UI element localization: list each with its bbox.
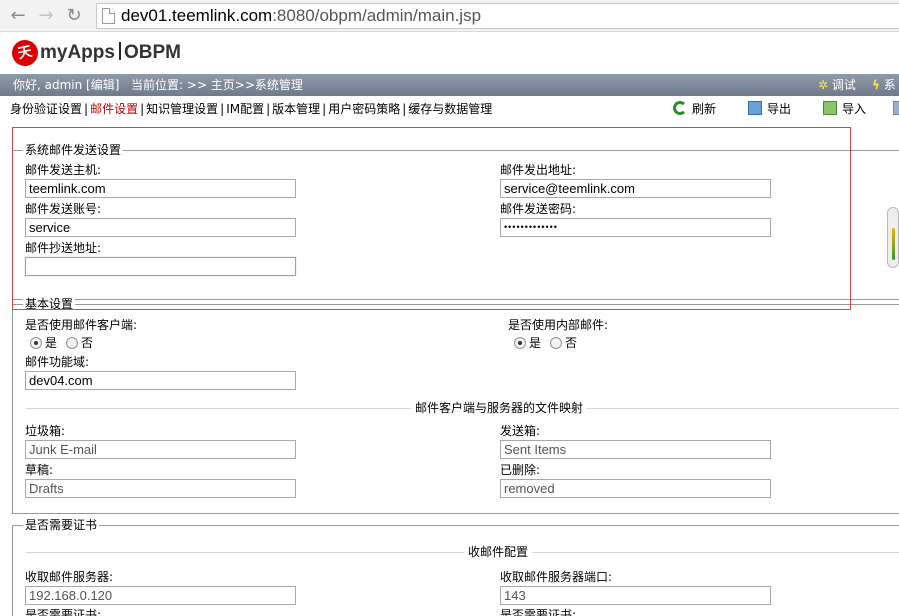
certificate-legend: 是否需要证书 bbox=[23, 518, 100, 532]
mail-settings-form: 系统邮件发送设置 邮件发送主机: teemlink.com 邮件发出地址: se… bbox=[0, 122, 899, 616]
browser-toolbar: ← → ↻ dev01.teemlink.com:8080/obpm/admin… bbox=[0, 0, 899, 32]
use-mail-client-no-radio[interactable]: 否 bbox=[66, 336, 93, 350]
use-internal-mail-yes-radio[interactable]: 是 bbox=[514, 336, 541, 350]
export-button[interactable]: 导出 bbox=[748, 96, 791, 122]
import-icon bbox=[823, 101, 837, 115]
drafts-folder-input[interactable]: Drafts bbox=[25, 479, 296, 498]
smtp-password-input[interactable]: ••••••••••••• bbox=[500, 218, 771, 237]
smtp-password-label: 邮件发送密码: bbox=[500, 202, 577, 216]
smtp-account-input[interactable]: service bbox=[25, 218, 296, 237]
need-cert-right-label: 是否需要证书: bbox=[500, 608, 577, 616]
send-settings-legend: 系统邮件发送设置 bbox=[23, 143, 124, 157]
export-icon bbox=[748, 101, 762, 115]
user-greeting[interactable]: 你好, admin [编辑] bbox=[13, 74, 119, 96]
tab-password-policy[interactable]: 用户密码策略 bbox=[328, 102, 400, 116]
radio-unchecked-icon bbox=[550, 337, 562, 349]
scroll-widget[interactable] bbox=[887, 207, 899, 268]
lightning-icon: ϟ bbox=[872, 78, 880, 92]
address-bar[interactable]: dev01.teemlink.com:8080/obpm/admin/main.… bbox=[96, 3, 899, 29]
deleted-folder-label: 已删除: bbox=[500, 463, 541, 477]
tab-cache[interactable]: 缓存与数据管理 bbox=[408, 102, 492, 116]
use-mail-client-label: 是否使用邮件客户端: bbox=[25, 318, 138, 332]
forward-arrow-icon[interactable]: → bbox=[36, 6, 56, 26]
drafts-folder-label: 草稿: bbox=[25, 463, 54, 477]
url-text: dev01.teemlink.com:8080/obpm/admin/main.… bbox=[121, 6, 482, 25]
smtp-host-label: 邮件发送主机: bbox=[25, 163, 102, 177]
back-arrow-icon[interactable]: ← bbox=[8, 6, 28, 26]
refresh-button[interactable]: 刷新 bbox=[673, 96, 716, 122]
tab-version[interactable]: 版本管理 bbox=[272, 102, 320, 116]
from-address-input[interactable]: service@teemlink.com bbox=[500, 179, 771, 198]
smtp-account-label: 邮件发送账号: bbox=[25, 202, 102, 216]
logo: myApps OBPM bbox=[40, 42, 181, 63]
import-button[interactable]: 导入 bbox=[823, 96, 866, 122]
folder-mapping-header: 邮件客户端与服务器的文件映射 bbox=[26, 401, 899, 415]
radio-checked-icon bbox=[514, 337, 526, 349]
more-tool-button[interactable] bbox=[893, 96, 899, 122]
tab-mail[interactable]: 邮件设置 bbox=[90, 102, 138, 116]
receive-server-label: 收取邮件服务器: bbox=[25, 570, 114, 584]
radio-unchecked-icon bbox=[66, 337, 78, 349]
debug-button[interactable]: ✲ 调试 bbox=[818, 74, 856, 96]
bug-icon: ✲ bbox=[818, 78, 829, 92]
reload-icon[interactable]: ↻ bbox=[64, 6, 84, 26]
use-internal-mail-label: 是否使用内部邮件: bbox=[508, 318, 609, 332]
status-bar: 你好, admin [编辑] 当前位置: >> 主页>>系统管理 ✲ 调试 ϟ … bbox=[0, 74, 899, 96]
need-cert-left-label: 是否需要证书: bbox=[25, 608, 102, 616]
tab-auth[interactable]: 身份验证设置 bbox=[10, 102, 82, 116]
mail-domain-input[interactable]: dev04.com bbox=[25, 371, 296, 390]
tab-knowledge[interactable]: 知识管理设置 bbox=[146, 102, 218, 116]
scroll-level-icon bbox=[892, 228, 895, 260]
settings-tabs: 身份验证设置 | 邮件设置 | 知识管理设置 | IM配置 | 版本管理 | 用户密码策略 | 缓存与数… bbox=[10, 102, 493, 116]
trash-folder-label: 垃圾箱: bbox=[25, 424, 66, 438]
breadcrumb: 当前位置: >> 主页>>系统管理 bbox=[131, 78, 303, 92]
use-mail-client-yes-radio[interactable]: 是 bbox=[30, 336, 57, 350]
receive-port-label: 收取邮件服务器端口: bbox=[500, 570, 613, 584]
refresh-icon bbox=[673, 101, 687, 115]
system-button[interactable]: ϟ 系 bbox=[872, 74, 896, 96]
receive-config-header: 收邮件配置 bbox=[26, 545, 899, 559]
from-address-label: 邮件发出地址: bbox=[500, 163, 577, 177]
deleted-folder-input[interactable]: removed bbox=[500, 479, 771, 498]
smtp-host-input[interactable]: teemlink.com bbox=[25, 179, 296, 198]
tool-icon bbox=[893, 101, 899, 115]
mail-domain-label: 邮件功能域: bbox=[25, 355, 90, 369]
page-icon bbox=[102, 8, 115, 24]
tab-im[interactable]: IM配置 bbox=[226, 102, 264, 116]
settings-tabs-row: 身份验证设置 | 邮件设置 | 知识管理设置 | IM配置 | 版本管理 | 用户密码策略 | 缓存与数… bbox=[0, 96, 899, 122]
cc-address-label: 邮件抄送地址: bbox=[25, 241, 102, 255]
basic-settings-legend: 基本设置 bbox=[23, 297, 76, 311]
trash-folder-input[interactable]: Junk E-mail bbox=[25, 440, 296, 459]
sent-folder-label: 发送箱: bbox=[500, 424, 541, 438]
receive-server-input[interactable]: 192.168.0.120 bbox=[25, 586, 296, 605]
cc-address-input[interactable] bbox=[25, 257, 296, 276]
logo-icon: 天 bbox=[9, 37, 41, 69]
radio-checked-icon bbox=[30, 337, 42, 349]
app-header: 天 myApps OBPM bbox=[0, 32, 899, 74]
sent-folder-input[interactable]: Sent Items bbox=[500, 440, 771, 459]
use-internal-mail-no-radio[interactable]: 否 bbox=[550, 336, 577, 350]
receive-port-input[interactable]: 143 bbox=[500, 586, 771, 605]
